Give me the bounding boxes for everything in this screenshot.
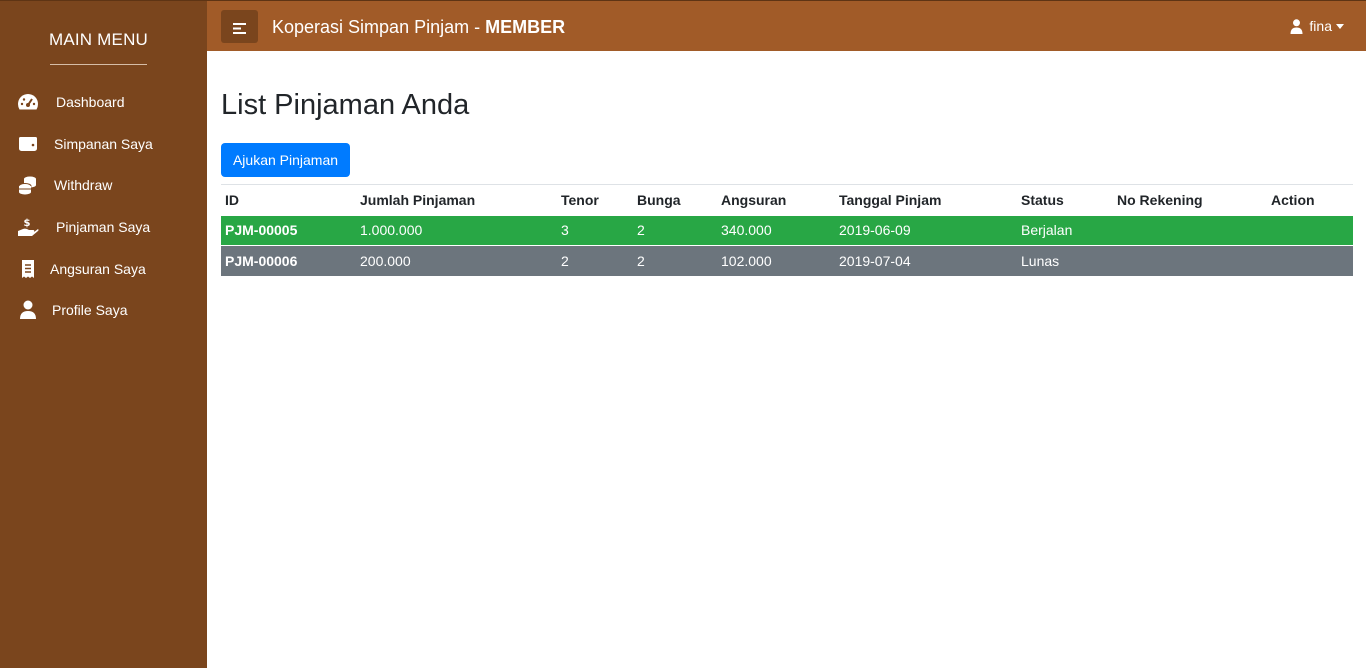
loans-table: ID Jumlah Pinjaman Tenor Bunga Angsuran …	[221, 184, 1353, 276]
coins-icon	[17, 175, 39, 195]
loan-account-number	[1113, 215, 1267, 246]
sidebar-item-dashboard[interactable]: Dashboard	[0, 83, 207, 119]
column-header: Status	[1017, 184, 1113, 216]
loan-amount: 1.000.000	[356, 215, 557, 246]
loan-amount: 200.000	[356, 245, 557, 276]
user-icon	[17, 300, 39, 320]
column-header: Angsuran	[717, 184, 835, 216]
loan-id: PJM-00005	[221, 215, 356, 246]
table-row: PJM-00006 200.000 2 2 102.000 2019-07-04…	[221, 245, 1353, 276]
sidebar-item-simpanan[interactable]: Simpanan Saya	[0, 125, 207, 161]
page-title: List Pinjaman Anda	[221, 89, 470, 121]
loan-installment: 340.000	[717, 215, 835, 246]
loan-date: 2019-07-04	[835, 245, 1017, 276]
sidebar-item-label: Withdraw	[54, 177, 113, 193]
ajukan-pinjaman-button[interactable]: Ajukan Pinjaman	[221, 143, 350, 177]
app-title-prefix: Koperasi Simpan Pinjam -	[272, 17, 486, 37]
sidebar-toggle-button[interactable]	[221, 10, 258, 43]
tachometer-icon	[17, 92, 39, 112]
topbar: Koperasi Simpan Pinjam - MEMBER fina	[207, 0, 1366, 51]
sidebar: MAIN MENU Dashboard Simpanan Saya Withdr…	[0, 0, 207, 668]
sidebar-title: MAIN MENU	[48, 30, 149, 49]
loan-account-number	[1113, 245, 1267, 276]
loan-tenor: 3	[557, 215, 633, 246]
column-header: Action	[1267, 184, 1353, 216]
loan-action	[1267, 215, 1353, 246]
user-name: fina	[1309, 18, 1332, 34]
svg-text:$: $	[24, 218, 31, 229]
column-header: Tanggal Pinjam	[835, 184, 1017, 216]
loan-installment: 102.000	[717, 245, 835, 276]
loan-id: PJM-00006	[221, 245, 356, 276]
column-header: Jumlah Pinjaman	[356, 184, 557, 216]
sidebar-divider	[50, 64, 147, 65]
sidebar-item-withdraw[interactable]: Withdraw	[0, 166, 207, 202]
column-header: No Rekening	[1113, 184, 1267, 216]
column-header: Tenor	[557, 184, 633, 216]
sidebar-item-label: Pinjaman Saya	[56, 219, 151, 235]
app-title: Koperasi Simpan Pinjam - MEMBER	[272, 17, 565, 38]
loan-status: Berjalan	[1017, 215, 1113, 246]
sidebar-item-label: Angsuran Saya	[50, 261, 146, 277]
loan-tenor: 2	[557, 245, 633, 276]
loan-interest: 2	[633, 215, 717, 246]
sidebar-item-angsuran[interactable]: Angsuran Saya	[0, 250, 207, 286]
sidebar-item-label: Profile Saya	[52, 302, 128, 318]
loan-action	[1267, 245, 1353, 276]
receipt-icon	[17, 259, 39, 279]
sidebar-item-label: Simpanan Saya	[54, 136, 153, 152]
sidebar-item-pinjaman[interactable]: $ Pinjaman Saya	[0, 208, 207, 244]
sidebar-item-label: Dashboard	[56, 94, 125, 110]
loan-status: Lunas	[1017, 245, 1113, 276]
user-icon	[1290, 18, 1303, 34]
wallet-icon	[17, 134, 39, 154]
table-row: PJM-00005 1.000.000 3 2 340.000 2019-06-…	[221, 215, 1353, 246]
hand-dollar-icon: $	[17, 217, 39, 237]
column-header: Bunga	[633, 184, 717, 216]
caret-down-icon	[1336, 23, 1344, 29]
user-dropdown[interactable]: fina	[1290, 18, 1344, 34]
align-left-icon	[233, 21, 246, 39]
loan-date: 2019-06-09	[835, 215, 1017, 246]
column-header: ID	[221, 184, 356, 216]
sidebar-item-profile[interactable]: Profile Saya	[0, 291, 207, 327]
loan-interest: 2	[633, 245, 717, 276]
app-title-role: MEMBER	[485, 17, 566, 37]
table-header-row: ID Jumlah Pinjaman Tenor Bunga Angsuran …	[221, 184, 1353, 216]
